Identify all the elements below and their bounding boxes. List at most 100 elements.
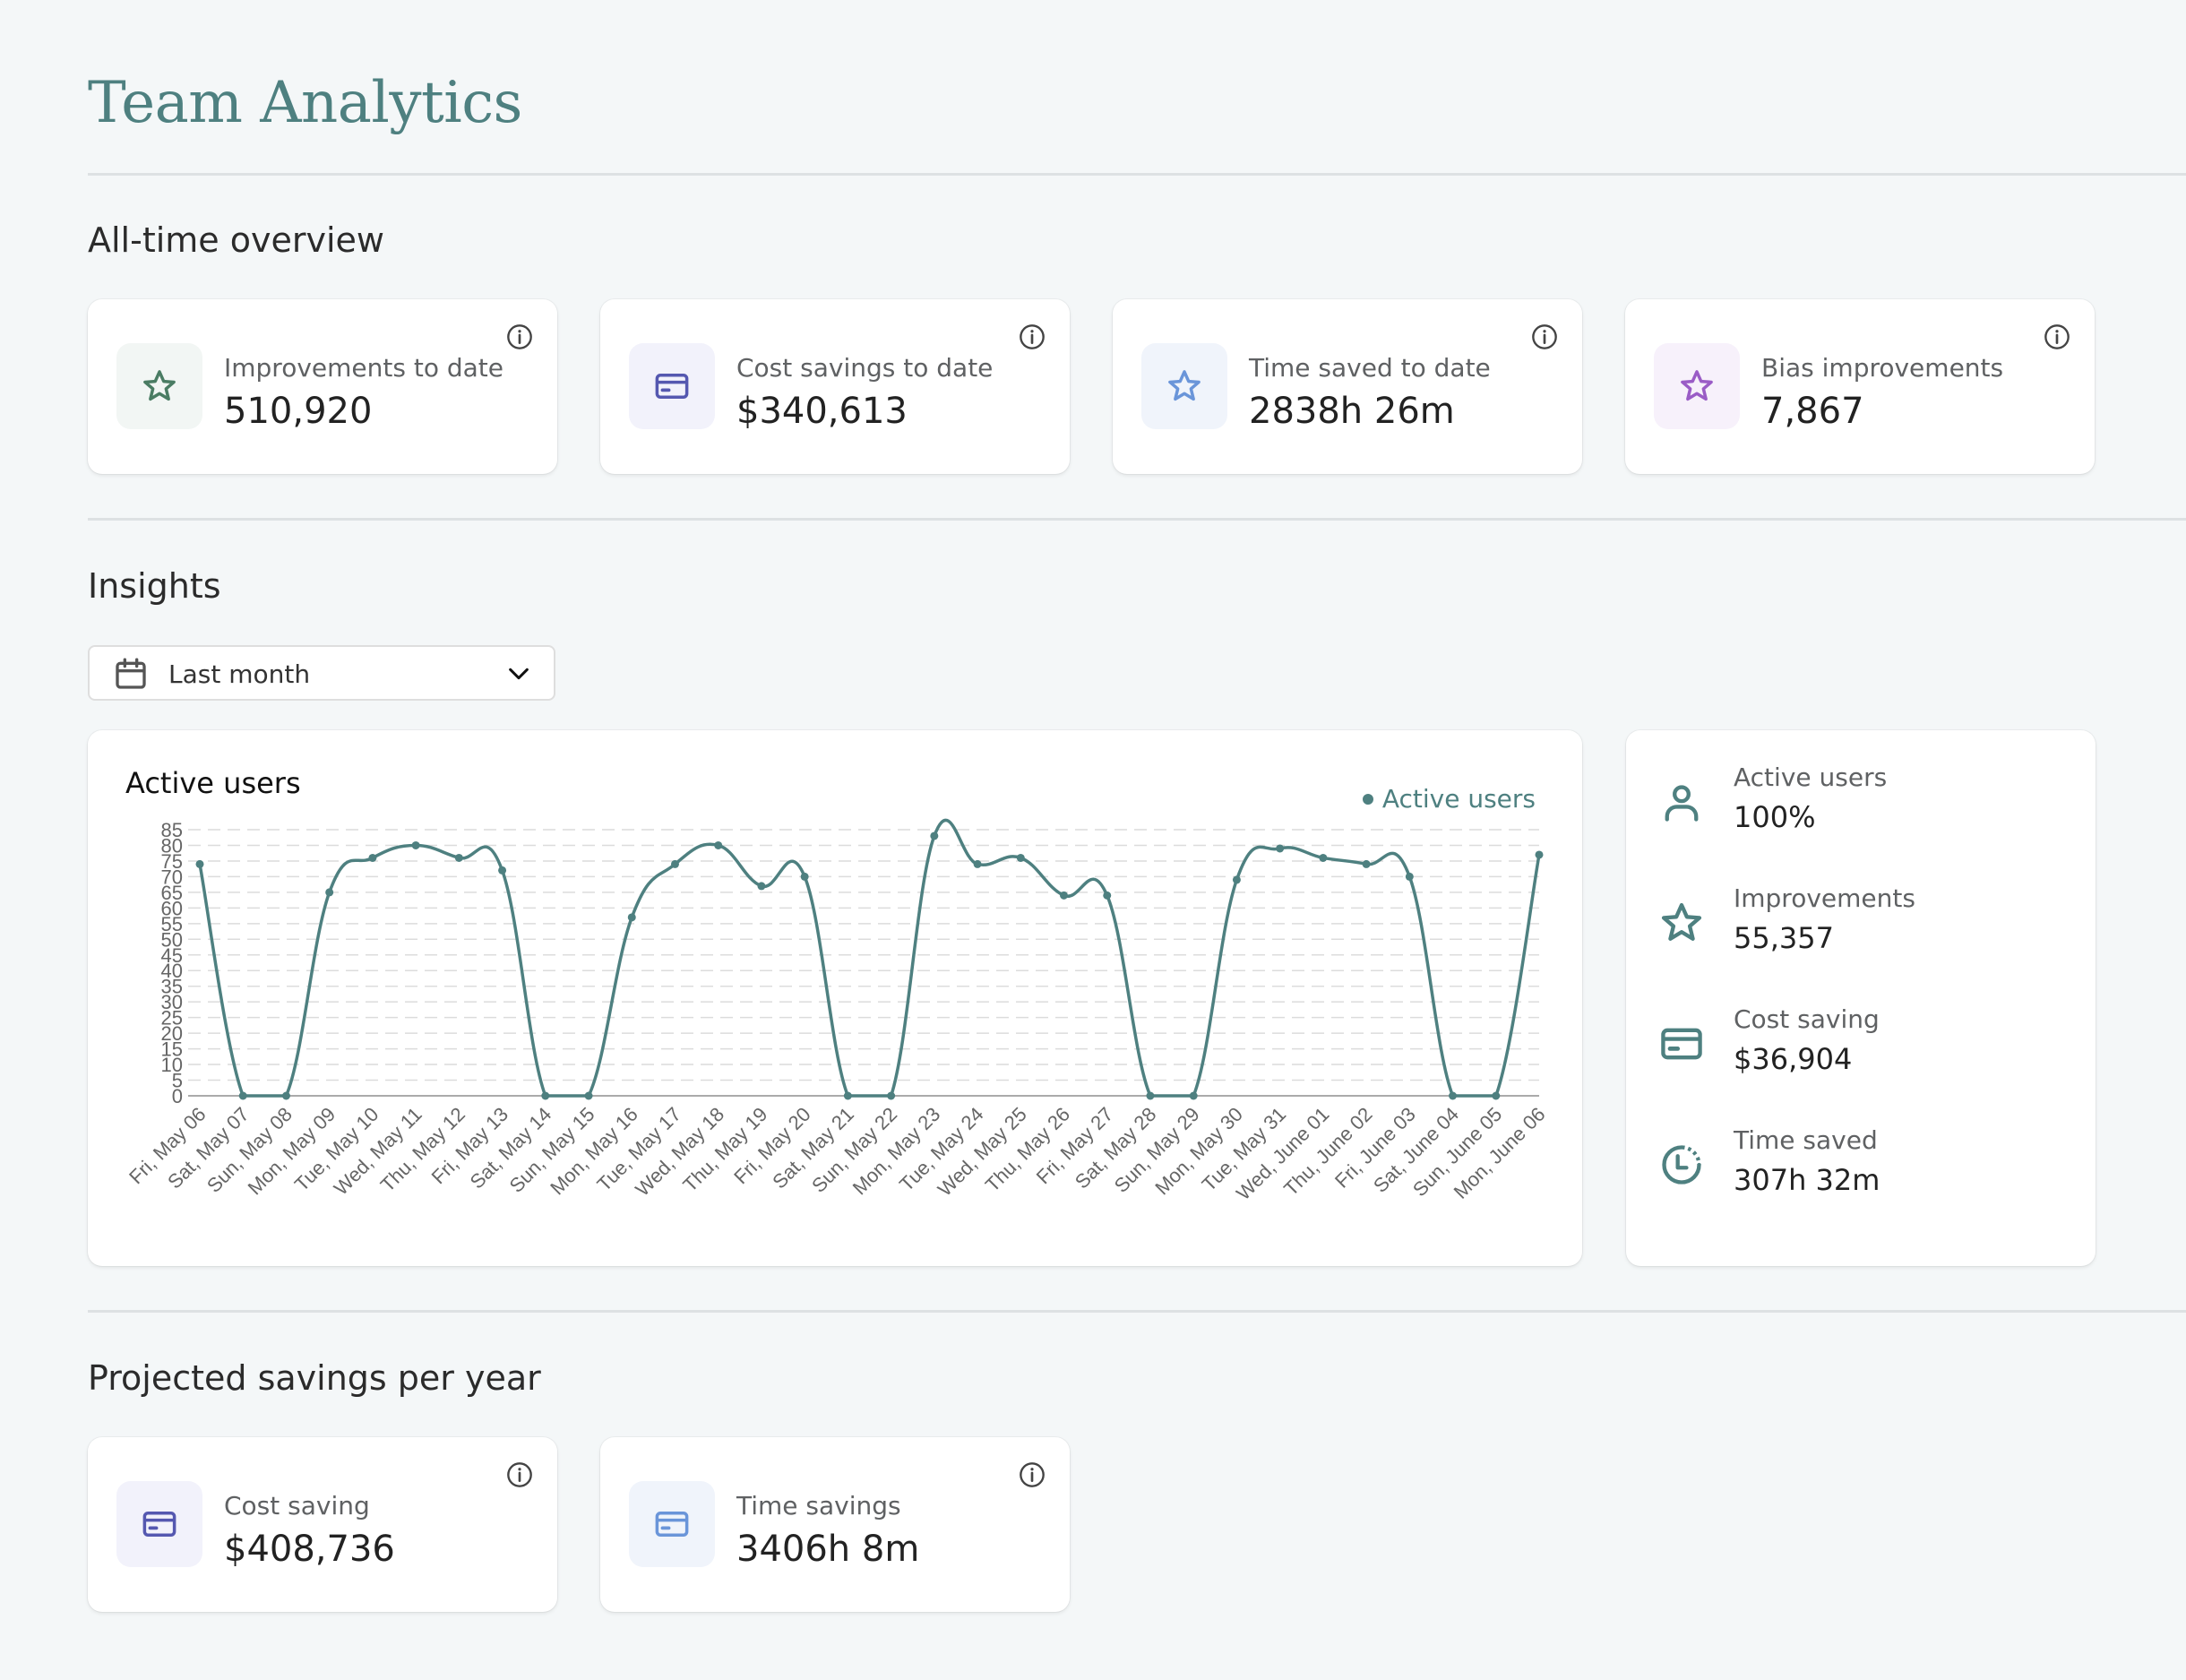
credit-card-icon: [1661, 1028, 1702, 1060]
data-point[interactable]: [281, 1091, 290, 1100]
summary-label: Cost saving: [1734, 1004, 1880, 1034]
data-point[interactable]: [714, 840, 723, 849]
summary-label: Improvements: [1734, 883, 1915, 913]
stat-label: Improvements to date: [224, 353, 503, 383]
data-point[interactable]: [627, 913, 636, 922]
stat-value: $408,736: [224, 1529, 395, 1570]
summary-item: Improvements 55,357: [1626, 864, 2096, 971]
stat-label: Time savings: [736, 1491, 901, 1521]
data-point[interactable]: [238, 1091, 247, 1100]
stat-value: 3406h 8m: [736, 1529, 920, 1570]
data-point[interactable]: [1449, 1091, 1458, 1100]
summary-item: Time saved 307h 32m: [1626, 1106, 2096, 1213]
info-button[interactable]: [505, 1460, 534, 1489]
summary-label: Active users: [1734, 762, 1888, 792]
summary-item: Cost saving $36,904: [1626, 985, 2096, 1092]
y-tick-label: 85: [161, 819, 183, 841]
data-point[interactable]: [1362, 859, 1371, 868]
divider: [88, 1310, 2186, 1313]
stat-value: $340,613: [736, 391, 908, 432]
data-point[interactable]: [1146, 1091, 1155, 1100]
star-icon: [1168, 370, 1201, 401]
summary-value: 100%: [1734, 800, 1816, 834]
insights-summary-panel: Active users 100% Improvements 55,357 Cost s…: [1626, 730, 2096, 1266]
data-point[interactable]: [1492, 1091, 1501, 1100]
summary-label: Time saved: [1734, 1125, 1878, 1155]
info-icon: [1020, 324, 1045, 349]
info-button[interactable]: [1018, 323, 1046, 351]
data-point[interactable]: [930, 831, 939, 840]
data-point[interactable]: [843, 1091, 852, 1100]
data-point[interactable]: [757, 882, 766, 891]
stat-label: Cost saving: [224, 1491, 370, 1521]
clock-icon: [1662, 1145, 1701, 1185]
overview-card: Cost savings to date $340,613: [600, 299, 1070, 474]
insights-title: Insights: [88, 566, 221, 606]
period-select[interactable]: Last month: [88, 645, 555, 701]
overview-title: All-time overview: [88, 220, 384, 260]
icon-box: [1141, 343, 1227, 429]
stat-value: 2838h 26m: [1249, 391, 1455, 432]
star-icon: [1681, 370, 1713, 401]
chart-plot: 0510152025303540455055606570758085Fri, M…: [125, 818, 1550, 1204]
data-point[interactable]: [584, 1091, 593, 1100]
data-point[interactable]: [1535, 850, 1544, 859]
data-point[interactable]: [454, 853, 463, 862]
info-button[interactable]: [2043, 323, 2071, 351]
divider: [88, 518, 2186, 521]
info-button[interactable]: [1530, 323, 1559, 351]
info-icon: [1532, 324, 1557, 349]
summary-item: Active users 100%: [1626, 743, 2096, 850]
overview-card: Time saved to date 2838h 26m: [1113, 299, 1582, 474]
data-point[interactable]: [1103, 891, 1112, 900]
data-point[interactable]: [1060, 891, 1069, 900]
data-point[interactable]: [411, 840, 420, 849]
data-point[interactable]: [887, 1091, 896, 1100]
info-icon: [507, 324, 532, 349]
data-point[interactable]: [1189, 1091, 1198, 1100]
summary-value: 307h 32m: [1734, 1163, 1880, 1197]
summary-value: $36,904: [1734, 1042, 1853, 1076]
projected-title: Projected savings per year: [88, 1358, 541, 1398]
info-icon: [2044, 324, 2070, 349]
divider: [88, 173, 2186, 176]
data-point[interactable]: [195, 859, 204, 868]
data-point[interactable]: [800, 872, 809, 881]
data-point[interactable]: [368, 853, 377, 862]
data-point[interactable]: [325, 888, 334, 897]
icon-box: [629, 1481, 715, 1567]
page-title: Team Analytics: [88, 70, 522, 136]
credit-card-icon: [655, 374, 689, 399]
chevron-down-icon: [509, 668, 529, 680]
stat-value: 510,920: [224, 391, 373, 432]
info-icon: [1020, 1462, 1045, 1487]
stat-value: 7,867: [1761, 391, 1864, 432]
credit-card-icon: [655, 1512, 689, 1537]
period-select-value: Last month: [168, 659, 311, 689]
stat-label: Cost savings to date: [736, 353, 994, 383]
projected-card: Cost saving $408,736: [88, 1437, 557, 1612]
star-icon: [1661, 902, 1702, 941]
credit-card-icon: [142, 1512, 176, 1537]
data-point[interactable]: [1232, 875, 1241, 884]
stat-label: Bias improvements: [1761, 353, 2004, 383]
active-users-chart: Active users Active users 0 5 10 15 20 25 30 35…: [88, 730, 1582, 1266]
icon-box: [116, 1481, 202, 1567]
data-point[interactable]: [1016, 853, 1025, 862]
info-icon: [507, 1462, 532, 1487]
icon-box: [1654, 343, 1740, 429]
data-point[interactable]: [1276, 844, 1285, 853]
data-point[interactable]: [498, 866, 507, 874]
data-point[interactable]: [1319, 853, 1328, 862]
data-point[interactable]: [1405, 872, 1414, 881]
data-point[interactable]: [670, 859, 679, 868]
icon-box: [116, 343, 202, 429]
data-point[interactable]: [973, 859, 982, 868]
data-point[interactable]: [541, 1091, 550, 1100]
stat-label: Time saved to date: [1249, 353, 1491, 383]
calendar-icon: [116, 658, 146, 689]
icon-box: [629, 343, 715, 429]
info-button[interactable]: [1018, 1460, 1046, 1489]
star-icon: [143, 370, 176, 401]
info-button[interactable]: [505, 323, 534, 351]
